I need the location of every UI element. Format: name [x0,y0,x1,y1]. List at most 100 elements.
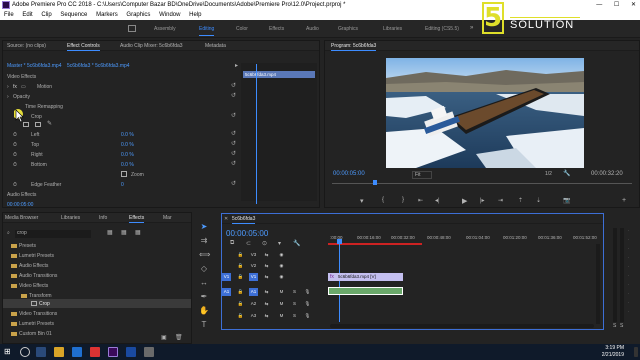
track-label-a1[interactable]: A1 [249,288,258,296]
track-sync-icon-v3[interactable]: ⇆ [262,251,271,259]
taskbar-clock[interactable]: 3:19 PM 2/21/2019 [602,345,624,359]
track-sync-icon-v1[interactable]: ⇆ [262,273,271,281]
program-resolution-select[interactable]: 1/2 [545,171,552,177]
workspace-editing-cs55[interactable]: Editing (CS5.5) [425,26,459,32]
lift-icon[interactable]: ⇡ [518,197,523,204]
workspace-assembly[interactable]: Assembly [154,26,176,32]
mute-a3[interactable]: M [277,312,286,320]
crop-rect-mask-icon[interactable] [35,122,41,127]
photoshop-taskbar-icon[interactable] [126,347,136,357]
new-custom-bin-icon[interactable]: ▣ [161,334,167,341]
effects-folder-presets[interactable]: Presets [11,243,36,249]
snap-icon[interactable]: ⊂ [246,240,251,247]
param-right-value[interactable]: 0.0 % [121,152,134,158]
effect-controls-clip-bar[interactable]: 5c6b6fda3.mp4 [243,71,315,78]
fx-badge-motion[interactable]: fx [13,84,17,90]
timeline-settings-icon[interactable]: 🔧 [293,240,300,247]
tab-source[interactable]: Source: (no clips) [7,41,46,51]
chrome-icon[interactable] [90,347,100,357]
selection-tool-icon[interactable]: ➤ [199,222,209,232]
pen-tool-icon[interactable]: ✒ [199,292,209,302]
program-timecode[interactable]: 00:00:05:00 [333,171,365,177]
menu-edit[interactable]: Edit [22,12,32,18]
track-sync-icon-a3[interactable]: ⇆ [262,312,271,320]
bottom-reset-icon[interactable]: ↺ [231,161,237,167]
go-to-in-icon[interactable]: ⇤ [418,197,423,204]
play-only-audio-icon[interactable]: ▸ [235,62,238,69]
effect-controls-playhead[interactable] [256,64,257,204]
opacity-disclosure-icon[interactable]: › [7,94,9,100]
effect-time-remapping-label[interactable]: Time Remapping [25,104,63,110]
voiceover-mic-icon-a3[interactable]: 🎙 [303,312,312,320]
tab-sequence[interactable]: 5c6b6fda3 [232,214,256,224]
accelerated-effects-icon[interactable]: ▦ [107,229,113,236]
file-explorer-icon[interactable] [54,347,64,357]
taskbar-app-icon[interactable] [144,347,154,357]
meter-solo-left[interactable]: S [613,323,616,329]
mute-a2[interactable]: M [277,300,286,308]
tab-media-browser[interactable]: Media Browser [5,213,38,223]
effect-opacity-label[interactable]: Opacity [13,94,30,100]
tab-libraries[interactable]: Libraries [61,213,80,223]
ripple-edit-tool-icon[interactable]: ⟺ [199,250,210,260]
slip-tool-icon[interactable]: ↔ [199,278,209,288]
play-button-icon[interactable]: ▶ [462,197,467,205]
tab-effects[interactable]: Effects [129,213,145,223]
mark-in-icon[interactable]: { [382,197,384,203]
timeline-playhead-line[interactable] [339,244,340,322]
motion-reset-icon[interactable]: ↺ [231,83,237,89]
meter-solo-right[interactable]: S [620,323,623,329]
voiceover-mic-icon-a1[interactable]: 🎙 [303,288,312,296]
zoom-checkbox[interactable] [121,171,127,177]
stopwatch-bottom-icon[interactable]: ⏱ [13,162,17,168]
export-frame-icon[interactable]: 📷 [563,197,570,204]
track-sync-icon-a1[interactable]: ⇆ [262,288,271,296]
linked-selection-icon[interactable]: ⊙ [262,240,267,247]
solo-a1[interactable]: S [290,288,299,296]
source-patch-v1[interactable]: V1 [222,273,231,281]
track-lock-icon-v2[interactable]: 🔒 [236,262,245,270]
timeline-vertical-scrollbar[interactable] [596,244,600,324]
track-lock-icon-a3[interactable]: 🔒 [236,312,245,320]
voiceover-mic-icon-a2[interactable]: 🎙 [303,300,312,308]
tab-metadata[interactable]: Metadata [205,41,226,51]
tab-info[interactable]: Info [99,213,107,223]
track-label-a2[interactable]: A2 [249,300,258,308]
master-clip-label[interactable]: Master * 5c6b6fda3.mp4 [7,63,61,69]
premiere-taskbar-icon[interactable] [108,347,118,357]
workspace-effects[interactable]: Effects [269,26,284,32]
track-label-a3[interactable]: A3 [249,312,258,320]
feather-reset-icon[interactable]: ↺ [231,181,237,187]
track-lock-icon-a2[interactable]: 🔒 [236,300,245,308]
effects-folder-lumetri-presets-2[interactable]: Lumetri Presets [11,321,54,327]
yuv-effects-icon[interactable]: ▦ [135,229,141,236]
effect-controls-timecode[interactable]: 00:00:05:00 [7,202,33,208]
effect-motion-label[interactable]: Motion [37,84,52,90]
home-icon[interactable] [128,25,136,32]
timeline-timecode[interactable]: 00:00:05:00 [226,229,268,238]
nest-toggle-icon[interactable]: ⧉ [230,240,234,247]
motion-disclosure-icon[interactable]: › [7,84,9,90]
effect-controls-timeline[interactable] [241,63,317,201]
solo-a3[interactable]: S [290,312,299,320]
menu-clip[interactable]: Clip [41,12,51,18]
track-lock-icon-a1[interactable]: 🔒 [236,288,245,296]
stopwatch-right-icon[interactable]: ⏱ [13,152,17,158]
track-sync-icon-v2[interactable]: ⇆ [262,262,271,270]
program-playhead[interactable] [373,180,377,185]
video-clip-v1[interactable]: 5c6b6fda3.mp4 [V] [328,273,403,281]
param-bottom-value[interactable]: 0.0 % [121,162,134,168]
mark-out-icon[interactable]: } [402,197,404,203]
menu-sequence[interactable]: Sequence [60,12,87,18]
timeline-horizontal-scrollbar[interactable] [330,324,594,328]
add-marker-icon[interactable]: ▾ [360,197,364,205]
hand-tool-icon[interactable]: ✋ [199,306,209,316]
workspace-color[interactable]: Color [236,26,248,32]
track-label-v2[interactable]: V2 [249,262,258,270]
track-label-v1[interactable]: V1 [249,273,258,281]
crop-pen-mask-icon[interactable]: ✎ [47,120,52,127]
task-view-icon[interactable] [36,347,46,357]
workspace-libraries[interactable]: Libraries [383,26,402,32]
menu-markers[interactable]: Markers [96,12,118,18]
32bit-effects-icon[interactable]: ▦ [121,229,127,236]
